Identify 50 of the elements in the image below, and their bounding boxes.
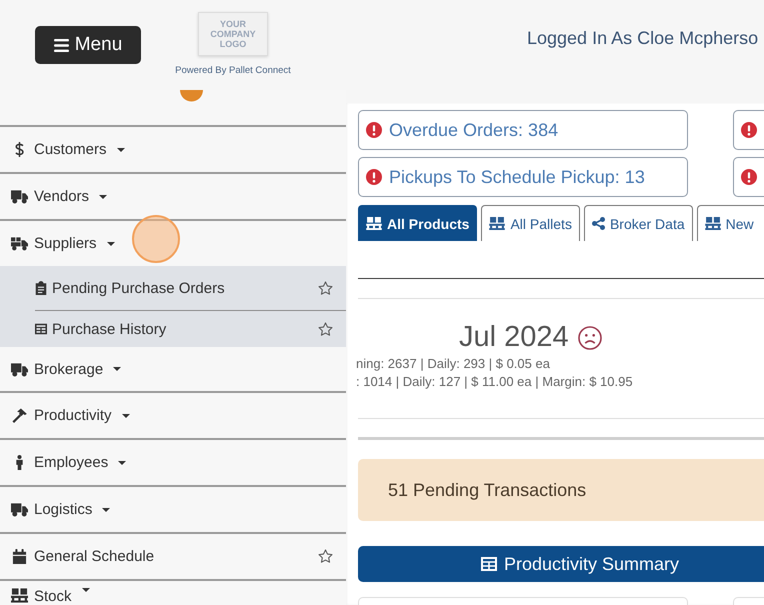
table-icon: [35, 322, 47, 336]
loaded-truck-icon: [11, 236, 28, 251]
tab[interactable]: New: [696, 205, 764, 241]
exclamation-circle-icon: [366, 122, 382, 138]
month-title: Jul 2024: [459, 321, 569, 354]
table-icon: [481, 557, 497, 571]
pallet-icon: [489, 217, 506, 230]
exclamation-circle-icon: [741, 169, 757, 185]
section-header-bar: Productivity Summary: [358, 546, 764, 582]
star-icon[interactable]: [318, 280, 333, 296]
tab[interactable]: Broker Data: [584, 205, 693, 241]
caret-icon: [82, 588, 90, 592]
star-icon[interactable]: [318, 322, 333, 336]
clipboard-icon: [35, 281, 47, 295]
alert-banner[interactable]: Pickups To Schedule Pickup: 13: [358, 157, 688, 197]
caret-icon: [118, 460, 126, 464]
star-icon[interactable]: [318, 549, 333, 564]
caret-icon: [106, 242, 115, 246]
logo-text: YOUR COMPANY LOGO: [209, 19, 257, 49]
alert-banner[interactable]: [733, 110, 764, 150]
stats-line: : 1014 | Daily: 127 | $ 11.00 ea | Margin: $ 10.95: [356, 373, 634, 391]
hammer-icon: [11, 408, 28, 423]
tab[interactable]: All Products: [358, 205, 478, 241]
stats-line: ning: 2637 | Daily: 293 | $ 0.05 ea: [356, 355, 551, 373]
logged-in-user-text: Logged In As Cloe Mcpherso: [527, 28, 758, 49]
calendar-icon: [11, 549, 28, 564]
truck-icon: [11, 362, 28, 376]
caret-icon: [102, 508, 110, 512]
sidebar-item[interactable]: Stock: [0, 579, 346, 605]
sad-face-icon: [578, 326, 602, 350]
exclamation-circle-icon: [366, 169, 382, 185]
pallet-icon: [366, 217, 382, 230]
caret-icon: [122, 414, 130, 418]
pallet-icon: [704, 217, 721, 230]
caret-icon: [113, 367, 122, 371]
share-icon: [592, 217, 605, 230]
powered-by-text: Powered By Pallet Connect: [175, 65, 291, 76]
menu-icon: [54, 38, 69, 52]
menu-button[interactable]: Menu: [35, 26, 141, 64]
alert-banner[interactable]: Overdue Orders: 384: [358, 110, 688, 150]
tab[interactable]: All Pallets: [481, 205, 580, 241]
caret-icon: [99, 194, 108, 198]
truck-icon: [11, 189, 28, 204]
pallet-icon: [11, 588, 28, 603]
submenu-item[interactable]: Pending Purchase Orders: [0, 266, 346, 310]
truck-icon: [11, 502, 28, 517]
pending-transactions-notice: 51 Pending Transactions: [358, 459, 764, 521]
exclamation-circle-icon: [741, 122, 757, 138]
caret-icon: [116, 148, 125, 152]
alert-banner[interactable]: [733, 157, 764, 197]
